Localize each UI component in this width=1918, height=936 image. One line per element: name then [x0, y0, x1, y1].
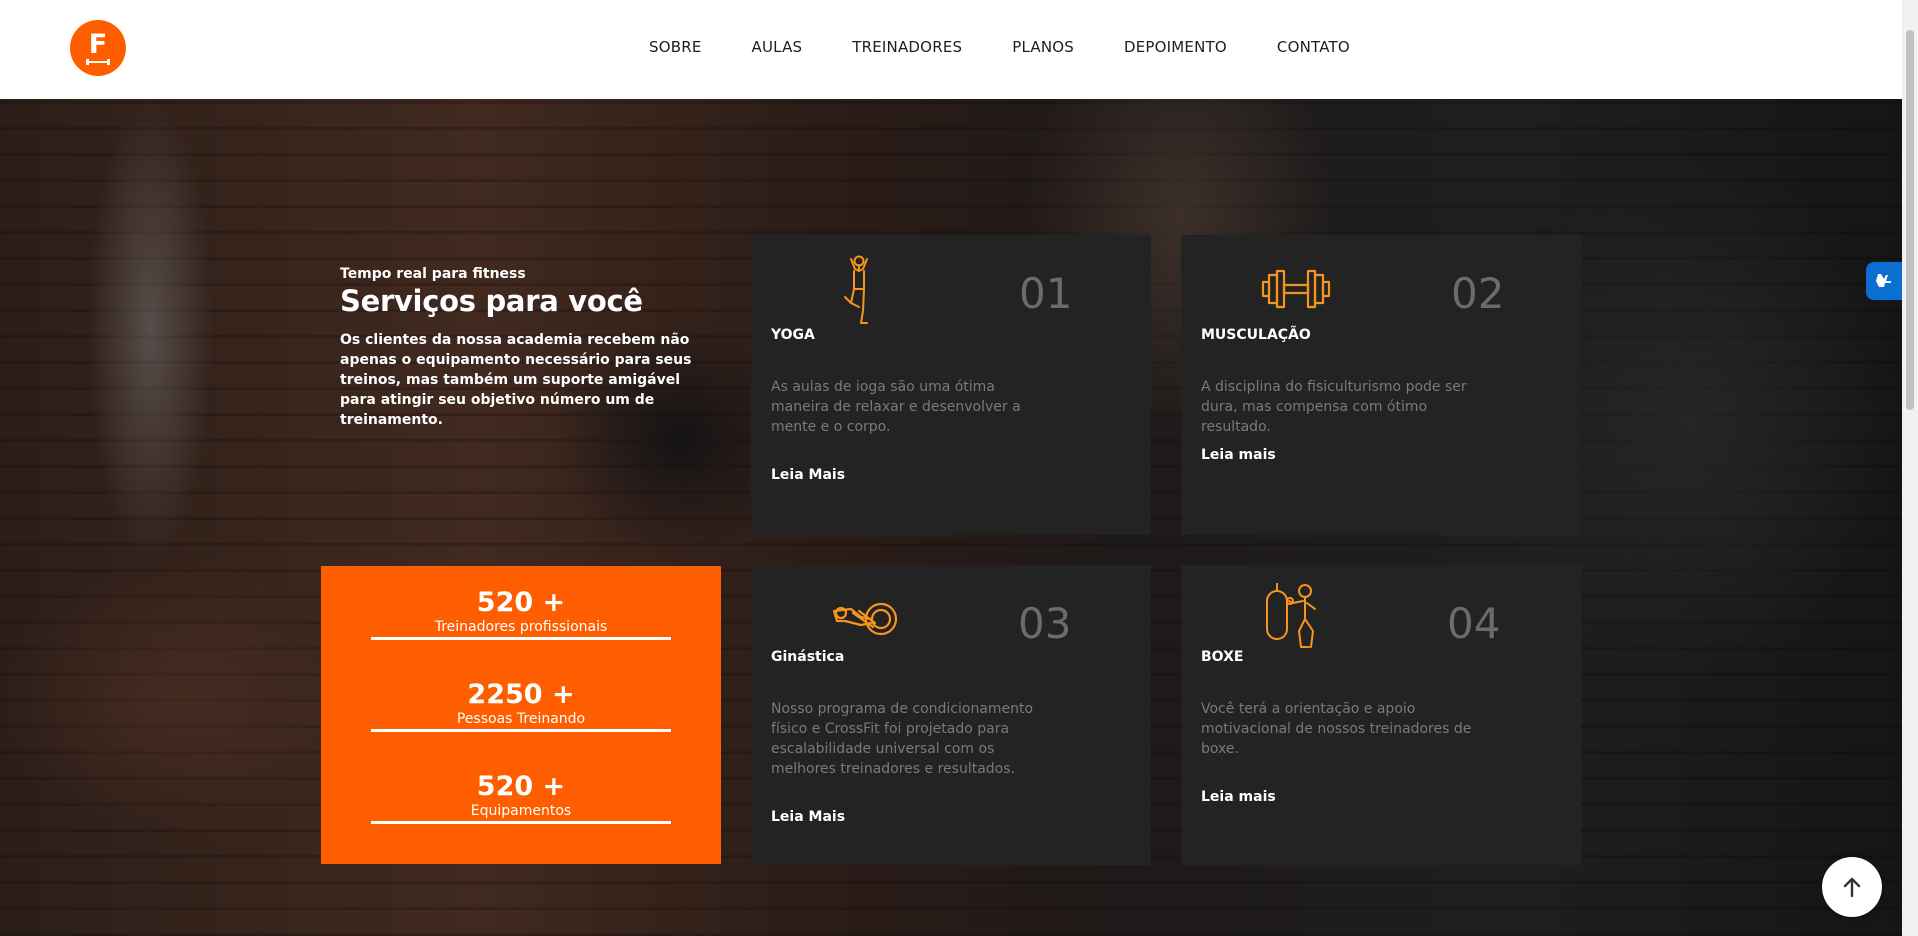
arrow-up-icon [1843, 877, 1861, 898]
read-more-link[interactable]: Leia Mais [771, 467, 845, 483]
dumbbell-icon [1261, 269, 1331, 309]
stat-label: Treinadores profissionais [434, 619, 608, 635]
nav-contato[interactable]: CONTATO [1277, 38, 1350, 56]
stationary-bike-icon [832, 602, 898, 636]
nav-sobre[interactable]: SOBRE [649, 38, 702, 56]
stat-divider [371, 821, 671, 824]
accessibility-button[interactable] [1866, 262, 1902, 300]
stat-item: 520 + Equipamentos [371, 772, 671, 824]
service-description: Nosso programa de condicionamento físico… [771, 701, 1034, 777]
service-title: Ginástica [771, 649, 845, 665]
yoga-icon [844, 255, 868, 324]
section-description: Os clientes da nossa academia recebem nã… [340, 332, 692, 428]
service-description: A disciplina do fisiculturismo pode ser … [1201, 379, 1467, 435]
section-title: Serviços para você [340, 284, 643, 318]
stat-label: Equipamentos [470, 803, 572, 819]
stat-value: 520 + [476, 771, 566, 802]
logo-letter: F [88, 28, 108, 60]
logo-dumbbell-icon [86, 59, 110, 65]
service-number: 03 [1018, 599, 1072, 648]
service-number: 02 [1451, 269, 1505, 318]
service-title: BOXE [1201, 649, 1244, 665]
nav-depoimento[interactable]: DEPOIMENTO [1124, 38, 1227, 56]
service-card-musculacao: 02 MUSCULAÇÃO A disciplina do fisicultur… [1181, 235, 1581, 535]
stats-card: 520 + Treinadores profissionais 2250 + P… [321, 566, 721, 864]
stat-value: 520 + [476, 587, 566, 618]
stat-divider [371, 729, 671, 732]
service-number: 04 [1447, 599, 1501, 648]
stat-item: 520 + Treinadores profissionais [371, 588, 671, 640]
service-number: 01 [1019, 269, 1073, 318]
read-more-link[interactable]: Leia Mais [771, 809, 845, 825]
stat-label: Pessoas Treinando [456, 711, 586, 727]
service-description: Você terá a orientação e apoio motivacio… [1201, 701, 1472, 757]
services-intro: Tempo real para fitness Serviços para vo… [340, 264, 700, 430]
sign-language-icon [1876, 274, 1891, 287]
service-card-yoga: 01 YOGA As aulas de ioga são uma ótima m… [751, 235, 1151, 535]
service-card-ginastica: 03 Ginástica Nosso programa de condicion… [751, 565, 1151, 865]
service-title: MUSCULAÇÃO [1201, 327, 1311, 343]
read-more-link[interactable]: Leia mais [1201, 447, 1276, 463]
stat-value: 2250 + [467, 679, 575, 710]
stat-item: 2250 + Pessoas Treinando [371, 680, 671, 732]
site-header: F SOBRE AULAS TREINADORES PLANOS DEPOIME… [0, 0, 1902, 99]
read-more-link[interactable]: Leia mais [1201, 789, 1276, 805]
service-description: As aulas de ioga são uma ótima maneira d… [771, 379, 1021, 435]
nav-planos[interactable]: PLANOS [1012, 38, 1074, 56]
stat-divider [371, 637, 671, 640]
service-card-boxe: 04 BOXE Você terá a orientação e apoio m… [1181, 565, 1581, 865]
scrollbar-thumb[interactable] [1906, 30, 1914, 410]
boxing-icon [1266, 583, 1316, 648]
logo[interactable]: F [70, 20, 126, 76]
nav-treinadores[interactable]: TREINADORES [852, 38, 962, 56]
section-kicker: Tempo real para fitness [340, 266, 526, 282]
nav-aulas[interactable]: AULAS [752, 38, 803, 56]
service-title: YOGA [771, 327, 815, 343]
main-nav: SOBRE AULAS TREINADORES PLANOS DEPOIMENT… [649, 38, 1350, 56]
back-to-top-button[interactable] [1822, 857, 1882, 917]
page-scrollbar[interactable] [1902, 0, 1918, 936]
